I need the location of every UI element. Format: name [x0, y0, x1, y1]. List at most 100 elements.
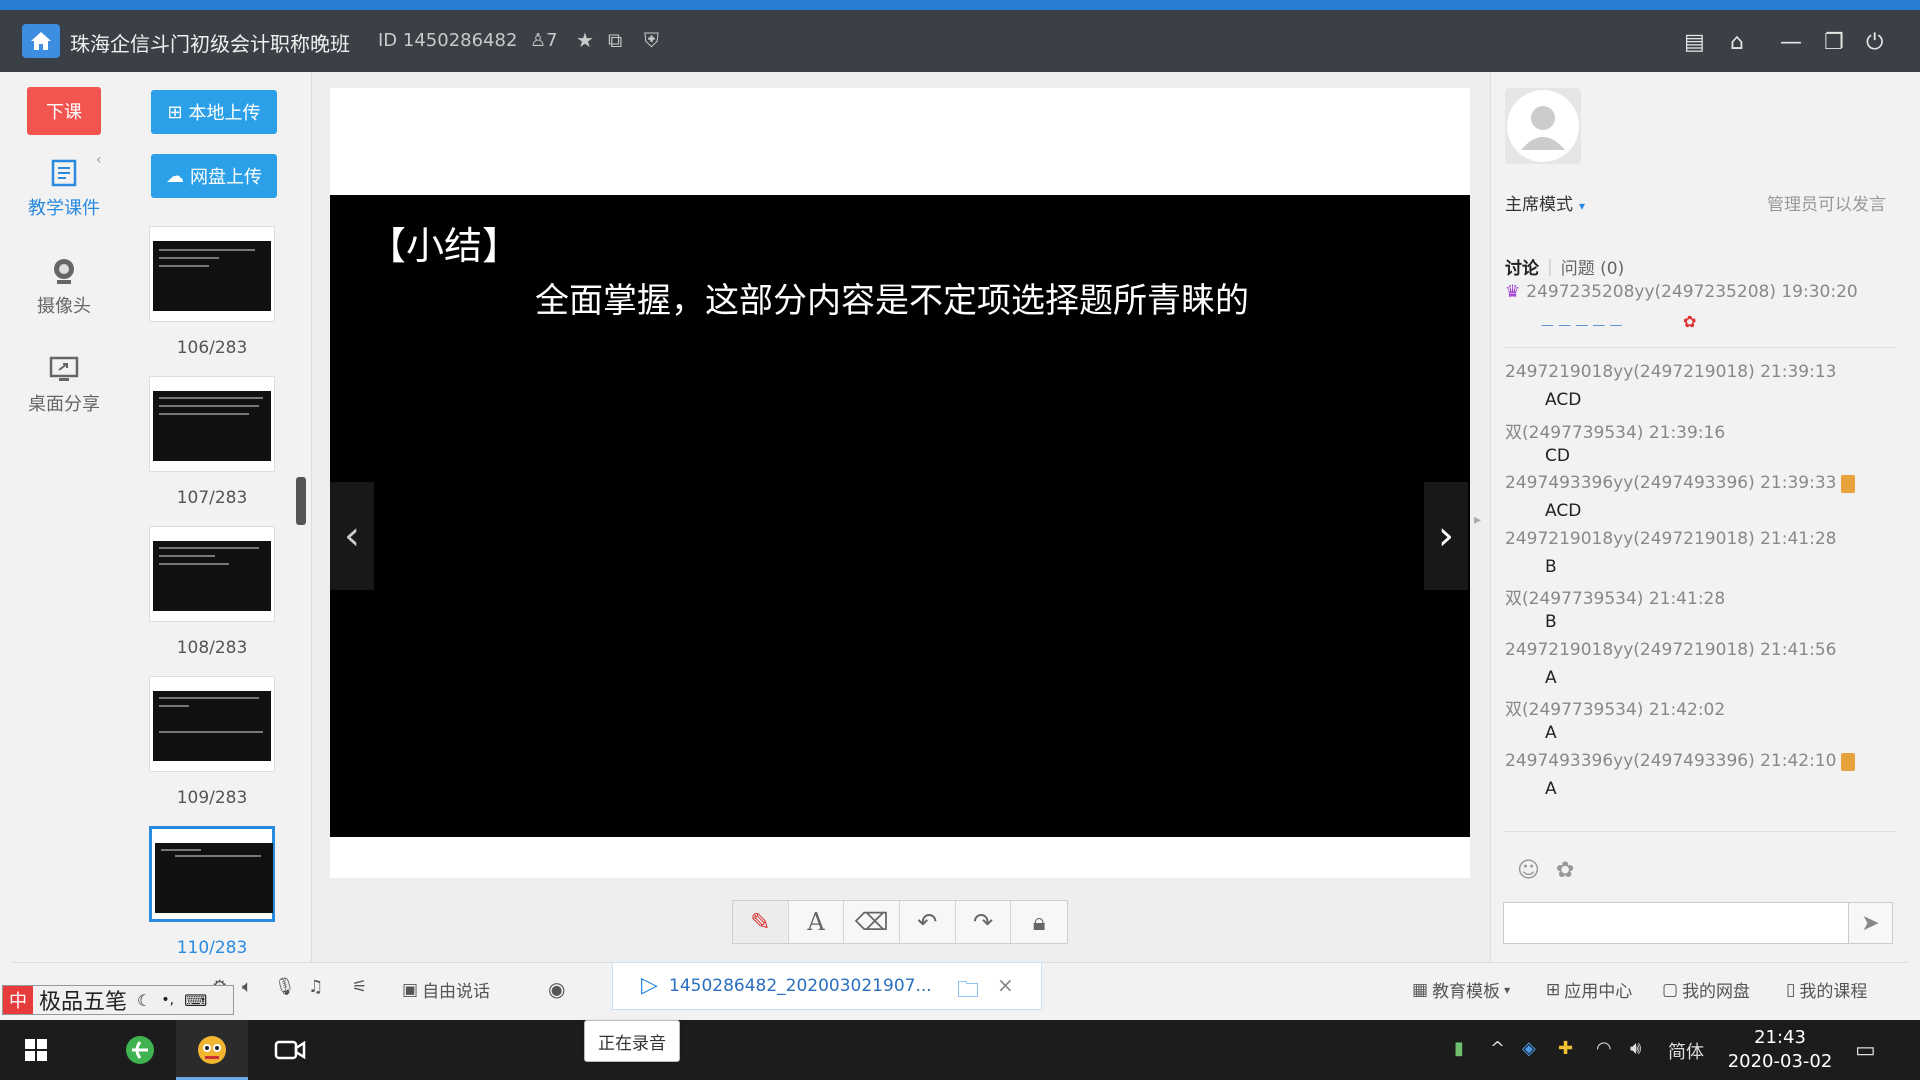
- power-icon[interactable]: ⏻: [1866, 30, 1883, 55]
- chat-tabs: 讨论 | 问题 (0): [1505, 254, 1624, 280]
- system-clock[interactable]: 21:43 2020-03-02: [1720, 1026, 1840, 1074]
- slide-thumbnail[interactable]: [149, 676, 275, 772]
- keyboard-icon[interactable]: ⌨: [184, 991, 207, 1010]
- member-count[interactable]: ♙7: [530, 30, 558, 51]
- network-app-icon[interactable]: ◈: [1522, 1038, 1536, 1059]
- clock-date: 2020-03-02: [1727, 1051, 1833, 1072]
- slide-thumbnail[interactable]: [149, 376, 275, 472]
- tab-questions[interactable]: 问题 (0): [1561, 254, 1624, 279]
- flower-icon[interactable]: ✿: [1556, 858, 1574, 883]
- prev-slide-button[interactable]: ‹: [330, 482, 374, 590]
- music-icon[interactable]: ♫: [308, 977, 323, 997]
- ime-name: 极品五笔: [39, 990, 128, 1015]
- minimize-icon[interactable]: —: [1780, 30, 1802, 55]
- nav-courseware[interactable]: 教学课件: [12, 158, 116, 220]
- start-button[interactable]: [0, 1020, 72, 1080]
- home-icon: [31, 32, 51, 50]
- thumbnail-scrollbar[interactable]: [296, 477, 306, 525]
- chat-tools: ☺ ✿: [1517, 858, 1574, 883]
- templates-button[interactable]: ▦ 教育模板 ▾: [1412, 977, 1511, 1003]
- battery-icon[interactable]: ▮: [1454, 1038, 1464, 1059]
- play-icon[interactable]: ▷: [641, 973, 658, 998]
- message-list[interactable]: 2497219018yy(2497219018) 21:39:13 ACD 双(24…: [1505, 362, 1895, 832]
- microphone-icon[interactable]: 🎙︎: [274, 977, 296, 997]
- chevron-right-icon: ›: [1438, 513, 1454, 559]
- pen-tool[interactable]: ✎: [733, 901, 789, 943]
- mixer-icon[interactable]: ⚟: [352, 977, 367, 997]
- slide-thumbnail-selected[interactable]: [149, 826, 275, 922]
- chevron-down-icon: ▾: [1579, 199, 1586, 213]
- shield-icon[interactable]: ⛨: [644, 28, 659, 52]
- send-icon: ➤: [1861, 910, 1880, 936]
- lock-tool[interactable]: 🔒︎: [1011, 901, 1067, 943]
- title-bar: 珠海企信斗门初级会计职称晚班 ID 1450286482 ♙7 ★ ⧉ ⛨ ▤ …: [0, 0, 1920, 72]
- end-class-button[interactable]: 下课: [27, 87, 101, 135]
- my-drive-button[interactable]: ▢ 我的网盘: [1662, 977, 1750, 1003]
- chat-input[interactable]: [1503, 902, 1849, 944]
- local-upload-button[interactable]: ⊞ 本地上传: [151, 90, 277, 134]
- list-icon[interactable]: ▤: [1684, 30, 1705, 55]
- chat-message-body: CD: [1545, 445, 1570, 466]
- taskbar-classroom-app[interactable]: [176, 1020, 248, 1080]
- nav-screen-share[interactable]: 桌面分享: [12, 354, 116, 416]
- cloud-upload-label: 网盘上传: [190, 167, 262, 188]
- chat-panel: 主席模式 ▾ 管理员可以发言 讨论 | 问题 (0) ♛ 2497235208yy(…: [1490, 72, 1908, 962]
- volume-icon[interactable]: 🔊︎: [1630, 1038, 1641, 1059]
- my-courses-button[interactable]: ▯ 我的课程: [1786, 977, 1867, 1003]
- moon-icon[interactable]: ☾: [137, 991, 151, 1010]
- tab-discussion[interactable]: 讨论: [1505, 254, 1539, 279]
- eraser-tool[interactable]: ⌫: [844, 901, 901, 943]
- taskbar-video-app[interactable]: [254, 1020, 326, 1080]
- skin-icon[interactable]: ⌂: [1730, 30, 1744, 55]
- ime-toolbar[interactable]: 中 极品五笔 ☾ •, ⌨: [2, 985, 234, 1015]
- avatar: [1505, 88, 1581, 164]
- home-button[interactable]: [22, 24, 60, 58]
- window-top-strip: [0, 0, 1920, 10]
- app-center-button[interactable]: ⊞ 应用中心: [1546, 977, 1633, 1003]
- punctuation-icon[interactable]: •,: [161, 992, 174, 1008]
- external-link-icon[interactable]: ⧉: [608, 28, 622, 52]
- star-icon[interactable]: ★: [576, 28, 594, 52]
- pinned-link[interactable]: — — — — — —: [1541, 318, 1631, 332]
- app-center-label: 应用中心: [1564, 982, 1633, 1002]
- record-icon[interactable]: ◉: [548, 977, 565, 1001]
- wifi-icon[interactable]: ◠: [1596, 1038, 1612, 1059]
- chat-message-meta: 双(2497739534) 21:41:28: [1505, 589, 1726, 609]
- next-slide-button[interactable]: ›: [1424, 482, 1468, 590]
- undo-tool[interactable]: ↶: [900, 901, 956, 943]
- taskbar-browser[interactable]: [104, 1020, 176, 1080]
- notification-icon[interactable]: ▭: [1855, 1038, 1876, 1063]
- nav-camera[interactable]: 摄像头: [12, 256, 116, 318]
- restore-icon[interactable]: ❐: [1824, 30, 1844, 55]
- recording-file[interactable]: 1450286482_202003021907...: [669, 976, 932, 996]
- slide-thumbnail[interactable]: [149, 226, 275, 322]
- cloud-upload-button[interactable]: ☁ 网盘上传: [151, 154, 277, 198]
- folder-icon[interactable]: 🗀: [957, 973, 979, 1011]
- speaker-icon[interactable]: 🔈︎: [242, 977, 252, 997]
- chat-message: 2497493396yy(2497493396) 21:39:33 ACD: [1505, 473, 1895, 529]
- language-indicator[interactable]: 简体: [1668, 1038, 1704, 1064]
- member-count-value: 7: [546, 30, 558, 51]
- free-talk-icon: ▣: [402, 979, 419, 1000]
- slide-canvas[interactable]: 【小结】 全面掌握，这部分内容是不定项选择题所青睐的: [330, 195, 1470, 837]
- redo-tool[interactable]: ↷: [956, 901, 1012, 943]
- security-icon[interactable]: ✚: [1558, 1038, 1573, 1059]
- thumbnail-label: 108/283: [176, 638, 248, 658]
- text-tool[interactable]: A: [789, 901, 845, 943]
- close-icon[interactable]: ×: [997, 973, 1014, 997]
- mode-select[interactable]: 主席模式 ▾: [1505, 190, 1585, 215]
- slide-thumbnail[interactable]: [149, 526, 275, 622]
- panel-toggle-icon[interactable]: ▸: [1474, 512, 1481, 528]
- free-talk-button[interactable]: ▣ 自由说话: [402, 977, 490, 1003]
- chat-message-meta: 双(2497739534) 21:42:02: [1505, 700, 1726, 720]
- send-button[interactable]: ➤: [1849, 902, 1893, 944]
- chat-message-meta: 2497493396yy(2497493396) 21:39:33: [1505, 473, 1837, 493]
- chat-message: 双(2497739534) 21:39:16 CD: [1505, 418, 1895, 474]
- chevron-down-icon: ▾: [1504, 982, 1511, 997]
- drive-icon: ▢: [1662, 979, 1679, 1000]
- calendar-icon: ▦: [1412, 979, 1429, 1000]
- browser-icon: [126, 1036, 154, 1064]
- chinese-mode-icon[interactable]: 中: [3, 986, 33, 1014]
- emoji-icon[interactable]: ☺: [1517, 858, 1540, 883]
- tray-expand-icon[interactable]: ^: [1490, 1038, 1505, 1059]
